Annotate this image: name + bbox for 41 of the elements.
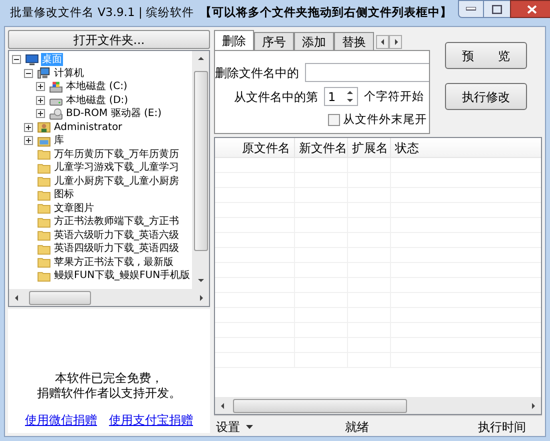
action-button[interactable]: 预 览 (445, 42, 527, 69)
settings-dropdown[interactable]: 设置 (216, 418, 253, 436)
status-text: 就绪 (345, 418, 369, 436)
notice-text: 本软件已完全免费， (55, 371, 163, 386)
tree-item[interactable]: 鳗娱FUN下载_鳗娱FUN手机版 (53, 269, 192, 282)
window-title: 批量修改文件名 V3.9.1 | 缤纷软件 (10, 4, 194, 22)
execution-time-label: 执行时间 (478, 418, 526, 436)
field-label: 删除文件名中的 (215, 64, 299, 82)
open-folder-button[interactable]: 打开文件夹... (8, 30, 210, 49)
tab[interactable]: 替换 (334, 32, 374, 50)
action-button[interactable]: 执行修改 (445, 83, 527, 110)
tree-item[interactable]: 英语六级听力下载_英语六级 (53, 228, 180, 242)
column-header[interactable]: 原文件名 (215, 138, 295, 157)
tree-item[interactable]: 英语四级听力下载_英语四级 (53, 242, 180, 256)
field-label: 个字符开始 (364, 88, 424, 105)
donate-link[interactable]: 使用微信捐赠 (25, 411, 97, 429)
tree-item[interactable]: 万年历黄历下载_万年历黄历 (53, 148, 180, 161)
tree-item[interactable]: 图标 (53, 188, 75, 202)
tab[interactable]: 序号 (254, 32, 294, 50)
tree-item[interactable]: 计算机 (53, 66, 85, 80)
column-header[interactable]: 扩展名 (348, 138, 391, 157)
tab[interactable]: 删除 (214, 30, 254, 50)
tree-item[interactable]: 方正书法教师端下载_方正书 (53, 215, 180, 228)
tree-item[interactable]: 儿童学习游戏下载_儿童学习 (53, 161, 180, 174)
tree-item[interactable]: 库 (53, 134, 65, 148)
checkbox-label: 从文件外末尾开 (343, 111, 427, 128)
notice-text: 捐赠软件作者以支持开发。 (37, 386, 181, 401)
tree-item[interactable]: 本地磁盘 (D:) (65, 94, 130, 107)
column-header[interactable]: 状态 (391, 138, 441, 157)
donate-link[interactable]: 使用支付宝捐赠 (109, 411, 193, 429)
tree-item[interactable]: 本地磁盘 (C:) (65, 80, 128, 94)
column-header[interactable]: 新文件名 (295, 138, 348, 157)
tree-item[interactable]: BD-ROM 驱动器 (E:) (65, 107, 162, 120)
tree-item[interactable]: 儿童小厨房下载_儿童小厨房 (53, 174, 180, 188)
tree-item[interactable]: 文章图片 (53, 202, 95, 215)
field-label: 从文件名中的第 (233, 88, 318, 106)
window-hint: 【可以将多个文件夹拖动到右侧文件列表框中】 (200, 4, 452, 22)
number-spinner[interactable]: 1 (324, 87, 358, 106)
tab[interactable]: 添加 (294, 32, 334, 50)
tree-item[interactable]: Administrator (53, 120, 124, 134)
tree-item[interactable]: 苹果方正书法下载 , 最新版 (53, 256, 175, 269)
